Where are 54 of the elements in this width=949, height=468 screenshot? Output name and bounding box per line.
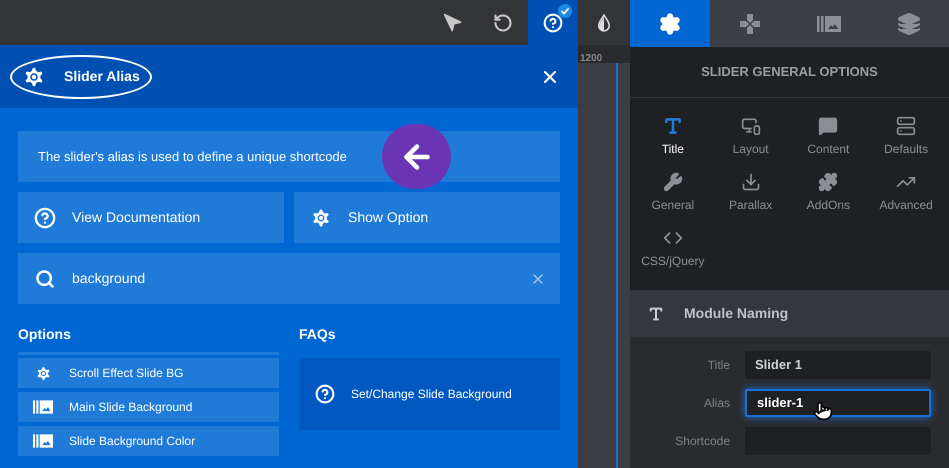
section-title: Module Naming <box>684 304 788 323</box>
help-icon <box>34 206 56 228</box>
ruler-label: 1200 <box>580 53 602 64</box>
devices-icon <box>740 116 761 136</box>
menu-item[interactable]: Parallax <box>712 172 790 224</box>
download-icon <box>740 172 761 192</box>
help-action-button[interactable]: View Documentation <box>18 192 284 243</box>
settings-icon <box>34 364 52 382</box>
help-action-button[interactable]: Show Option <box>294 192 560 243</box>
toolbar-button[interactable] <box>528 0 578 45</box>
menu-item[interactable]: General <box>634 172 712 224</box>
section-heading: Options <box>18 325 72 344</box>
undo-icon <box>493 12 513 32</box>
menu-item[interactable]: Title <box>634 116 712 168</box>
menu-item[interactable]: Defaults <box>867 116 945 168</box>
panel-heading: SLIDER GENERAL OPTIONS <box>701 63 878 82</box>
image-icon <box>817 14 842 34</box>
hand-cursor-icon <box>813 401 833 421</box>
wrench-icon <box>662 172 683 192</box>
menu-item[interactable]: Layout <box>712 116 790 168</box>
layers-icon <box>897 12 922 36</box>
panel-title: Slider Alias <box>64 67 140 86</box>
dpad-icon <box>738 12 762 36</box>
contrast-drop-icon <box>597 14 611 32</box>
settings-icon <box>310 206 332 228</box>
check-badge-icon <box>558 4 572 18</box>
search-icon <box>35 268 55 288</box>
menu-item[interactable]: CSS/jQuery <box>634 228 712 280</box>
section-heading: FAQs <box>299 325 337 344</box>
pointer-icon <box>443 12 463 32</box>
text-icon <box>662 116 683 136</box>
field-label: Alias <box>702 395 730 412</box>
search-field[interactable]: background <box>18 253 560 304</box>
option-item[interactable]: Scroll Effect Slide BG <box>18 358 279 388</box>
faq-item[interactable]: Set/Change Slide Background <box>299 358 560 430</box>
server-icon <box>896 116 916 136</box>
panel-tab[interactable] <box>630 0 710 47</box>
help-icon <box>543 12 563 32</box>
image-icon <box>33 433 53 449</box>
settings-icon <box>658 12 682 36</box>
menu-item[interactable]: Content <box>790 116 868 168</box>
menu-item[interactable]: Advanced <box>867 172 945 224</box>
help-icon <box>315 384 335 404</box>
image-icon <box>33 399 53 415</box>
info-text: The slider's alias is used to define a unique shortcode <box>38 148 347 166</box>
menu-item[interactable]: AddOns <box>790 172 868 224</box>
field-label: Shortcode <box>674 433 730 450</box>
option-item[interactable]: Main Slide Background <box>18 392 279 422</box>
option-item[interactable]: Slide Background Color <box>18 426 279 456</box>
field-label: Title <box>706 357 730 374</box>
input-field[interactable]: Slider 1 <box>745 351 931 379</box>
comment-icon <box>818 116 838 136</box>
text-icon <box>648 306 664 322</box>
puzzle-icon <box>818 172 838 192</box>
